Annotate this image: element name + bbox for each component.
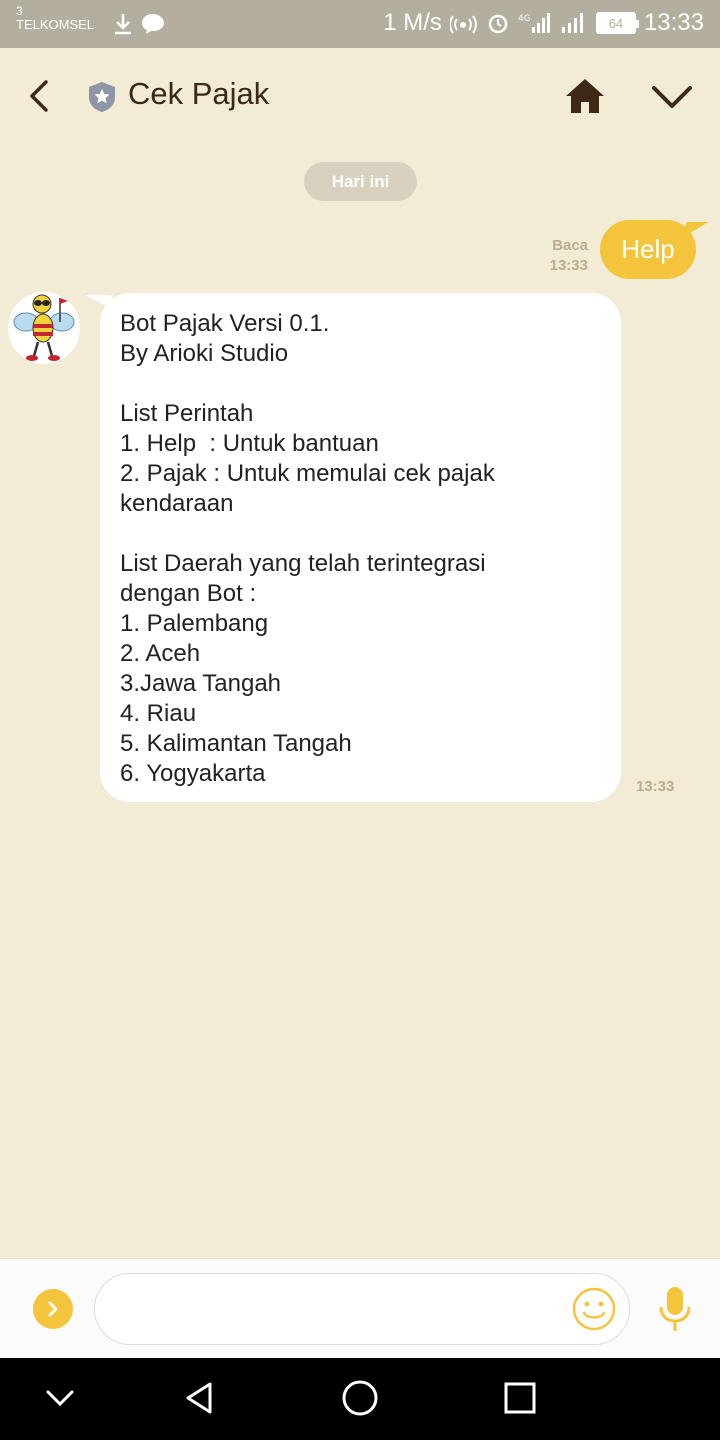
chevron-down-icon[interactable] — [650, 82, 694, 112]
bot-avatar[interactable] — [8, 292, 80, 364]
chat-header: Cek Pajak — [0, 48, 720, 144]
smiley-icon[interactable] — [571, 1286, 617, 1332]
message-line: 2. Aceh — [120, 640, 201, 667]
clock: 13:33 — [643, 9, 704, 36]
nav-recents-icon[interactable] — [500, 1378, 540, 1418]
message-line: 3.Jawa Tangah — [120, 670, 282, 697]
bee-mascot-icon — [13, 294, 75, 361]
outgoing-time: 13:33 — [549, 257, 588, 274]
system-nav-bar — [0, 1358, 720, 1440]
message-line — [120, 369, 601, 399]
microphone-icon[interactable] — [656, 1285, 694, 1335]
expand-menu-button[interactable] — [33, 1289, 73, 1329]
home-icon[interactable] — [564, 76, 606, 116]
sim-number: 3 — [16, 4, 23, 18]
chat-title: Cek Pajak — [128, 76, 270, 111]
signal-icon — [561, 13, 583, 33]
chevron-right-icon — [48, 1301, 58, 1317]
nav-hide-chevron-icon[interactable] — [40, 1378, 80, 1418]
message-line: 1. Palembang — [120, 610, 269, 637]
signal-4g-icon: 4G — [518, 13, 550, 33]
svg-text:4G: 4G — [518, 14, 531, 24]
alarm-icon — [488, 14, 508, 34]
download-icon — [115, 14, 131, 35]
message-line: By Arioki Studio — [120, 340, 289, 367]
shield-star-icon — [89, 82, 115, 112]
incoming-time: 13:33 — [636, 778, 675, 795]
nav-back-icon[interactable] — [180, 1378, 220, 1418]
date-separator: Hari ini — [304, 162, 417, 201]
message-line: 1. Help : Untuk bantuan — [120, 430, 379, 457]
battery-icon: 64 — [595, 12, 639, 34]
status-right: 1 M/s 4G 64 13:33 — [383, 9, 704, 37]
outgoing-message-bubble[interactable]: Help — [600, 220, 696, 279]
back-arrow-icon[interactable] — [22, 76, 58, 116]
message-line: 6. Yogyakarta — [120, 760, 266, 787]
incoming-message-bubble[interactable]: Bot Pajak Versi 0.1. By Arioki Studio Li… — [100, 293, 621, 802]
message-input-bar — [0, 1258, 720, 1358]
carrier-name: TELKOMSEL — [16, 17, 95, 32]
message-line — [120, 519, 601, 549]
message-line: 2. Pajak : Untuk memulai cek pajak — [120, 460, 495, 487]
message-line: List Perintah — [120, 400, 254, 427]
hotspot-icon — [449, 15, 477, 34]
carrier-info: 3 TELKOMSEL — [16, 4, 94, 32]
status-bar: 3 TELKOMSEL 1 M/s 4G 64 13:33 — [0, 0, 720, 48]
message-input[interactable] — [94, 1273, 630, 1345]
nav-home-icon[interactable] — [340, 1378, 380, 1418]
message-line: Bot Pajak Versi 0.1. — [120, 310, 330, 337]
message-line: List Daerah yang telah terintegrasi — [120, 550, 486, 577]
chat-notification-icon — [142, 14, 164, 34]
outgoing-meta: Baca 13:33 — [550, 236, 588, 276]
network-speed: 1 M/s — [383, 9, 442, 36]
message-line: 4. Riau — [120, 700, 197, 727]
message-line: kendaraan — [120, 490, 234, 517]
message-line: dengan Bot : — [120, 580, 257, 607]
read-receipt: Baca — [552, 237, 588, 254]
message-line: 5. Kalimantan Tangah — [120, 730, 352, 757]
outgoing-message-text: Help — [621, 234, 675, 264]
